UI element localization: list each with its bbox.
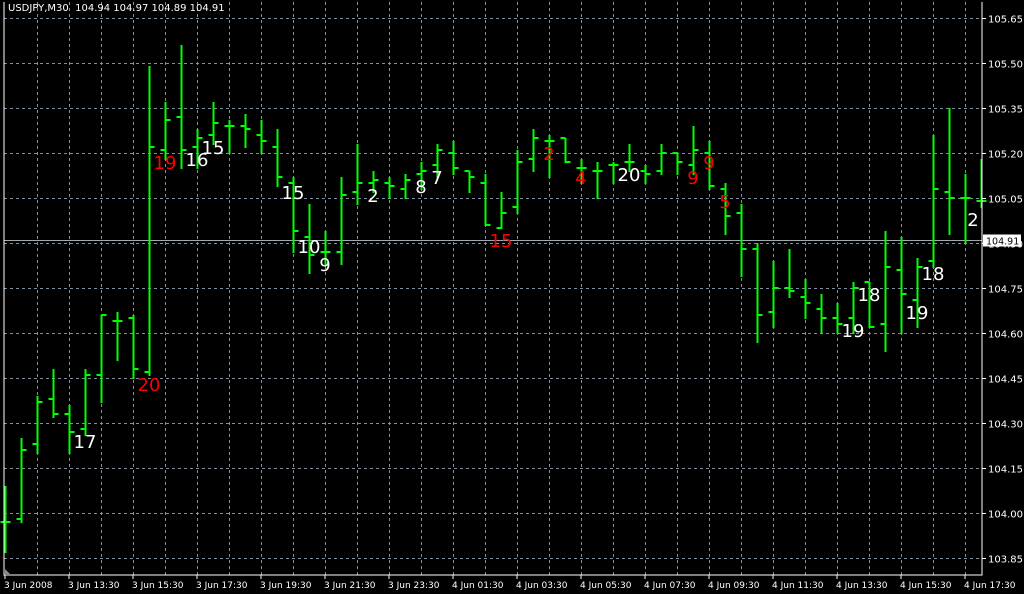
- ohlc-bar: [32, 396, 43, 454]
- ohlc-bar: [672, 152, 683, 175]
- price-chart[interactable]: 105.65105.50105.35105.20105.05104.90104.…: [0, 0, 1024, 594]
- bar-count-label: 7: [431, 168, 442, 189]
- chart-shift-marker: [5, 569, 10, 574]
- x-tick-label: 4 Jun 07:30: [644, 581, 696, 591]
- x-tick-label: 4 Jun 05:30: [580, 581, 632, 591]
- y-tick-label: 104.00: [988, 510, 1023, 521]
- bar-count-label: 15: [202, 138, 225, 159]
- bar-count-label: 17: [74, 432, 97, 453]
- ohlc-bar: [400, 174, 411, 199]
- chart-title: USDJPY,M30 104.94 104.97 104.89 104.91: [8, 3, 225, 14]
- ohlc-bar: [96, 314, 107, 403]
- ohlc-bar: [48, 369, 59, 418]
- x-tick-label: 4 Jun 03:30: [516, 581, 568, 591]
- ohlc-bar: [560, 137, 571, 163]
- y-tick-label: 105.35: [988, 105, 1023, 116]
- bar-count-label: 19: [842, 321, 865, 342]
- bar-count-label: 2: [543, 144, 554, 165]
- ohlc-bar: [112, 312, 123, 361]
- ohlc-bar: [272, 129, 283, 187]
- bar-count-label: 19: [154, 153, 177, 174]
- ohlc-bar: [160, 102, 171, 160]
- x-tick-label: 3 Jun 21:30: [324, 581, 376, 591]
- ohlc-bar: [784, 249, 795, 298]
- ohlc-bar: [768, 261, 779, 328]
- ohlc-bar: [240, 114, 251, 148]
- ohlc-bar: [480, 174, 491, 226]
- bar-count-label: 2: [367, 186, 378, 207]
- x-tick-label: 4 Jun 17:30: [964, 581, 1016, 591]
- y-tick-label: 105.20: [988, 150, 1023, 161]
- symbol-timeframe: USDJPY,M30: [8, 3, 69, 14]
- bar-count-label: 9: [687, 168, 698, 189]
- y-tick-label: 105.50: [988, 60, 1023, 71]
- ohlc-bar: [336, 177, 347, 265]
- ohlc-bar: [496, 192, 507, 229]
- ohlc-bar: [752, 243, 763, 343]
- x-tick-label: 4 Jun 15:30: [900, 581, 952, 591]
- x-tick-label: 4 Jun 01:30: [452, 581, 504, 591]
- bar-count-label: 15: [282, 183, 305, 204]
- bar-count-label: 9: [703, 153, 714, 174]
- x-tick-label: 3 Jun 17:30: [196, 581, 248, 591]
- y-tick-label: 104.45: [988, 375, 1023, 386]
- ohlc-bar: [224, 120, 235, 154]
- x-tick-label: 3 Jun 23:30: [388, 581, 440, 591]
- bar-count-label: 19: [906, 303, 929, 324]
- ohlc-bar: [448, 141, 459, 175]
- bar-count-label: 10: [298, 237, 321, 258]
- ohlc-readout: 104.94 104.97 104.89 104.91: [75, 3, 225, 14]
- bar-count-label: 5: [719, 192, 730, 213]
- ohlc-bar: [592, 162, 603, 199]
- ohlc-bar: [944, 108, 955, 235]
- x-tick-label: 4 Jun 09:30: [708, 581, 760, 591]
- ohlc-bar: [816, 294, 827, 334]
- bar-count-label: 20: [618, 165, 641, 186]
- ohlc-bar: [528, 129, 539, 172]
- x-tick-label: 4 Jun 11:30: [772, 581, 824, 591]
- y-tick-label: 104.15: [988, 465, 1023, 476]
- ohlc-bar: [800, 279, 811, 319]
- x-tick-label: 4 Jun 13:30: [836, 581, 888, 591]
- ohlc-bar: [256, 120, 267, 154]
- y-tick-label: 104.75: [988, 285, 1023, 296]
- ohlc-bar: [384, 177, 395, 199]
- current-price-label: 104.91: [986, 237, 1019, 248]
- x-tick-label: 3 Jun 2008: [4, 581, 53, 591]
- ohlc-bar: [960, 174, 971, 244]
- ohlc-bar: [640, 165, 651, 184]
- bar-count-label: 20: [138, 375, 161, 396]
- ohlc-bar: [128, 315, 139, 379]
- ohlc-bar: [144, 66, 155, 376]
- ohlc-bar: [656, 144, 667, 175]
- bar-count-label: 2: [967, 210, 978, 231]
- x-tick-label: 3 Jun 13:30: [68, 581, 120, 591]
- bar-count-label: 18: [922, 264, 945, 285]
- bar-count-label: 8: [415, 177, 426, 198]
- ohlc-bar: [512, 150, 523, 214]
- ohlc-bar: [0, 486, 11, 553]
- ohlc-bar: [928, 135, 939, 268]
- y-tick-label: 105.05: [988, 195, 1023, 206]
- x-tick-label: 3 Jun 19:30: [260, 581, 312, 591]
- ohlc-bar: [464, 170, 475, 193]
- bar-count-label: 15: [490, 231, 513, 252]
- ohlc-bar: [16, 438, 27, 523]
- ohlc-bar: [80, 369, 91, 436]
- x-tick-label: 3 Jun 15:30: [132, 581, 184, 591]
- y-tick-label: 105.65: [988, 15, 1023, 26]
- y-tick-label: 104.60: [988, 330, 1023, 341]
- bar-count-label: 4: [575, 168, 586, 189]
- y-tick-label: 104.30: [988, 420, 1023, 431]
- bar-count-label: 18: [858, 285, 881, 306]
- bar-count-label: 9: [319, 255, 330, 276]
- y-tick-label: 103.85: [988, 555, 1023, 566]
